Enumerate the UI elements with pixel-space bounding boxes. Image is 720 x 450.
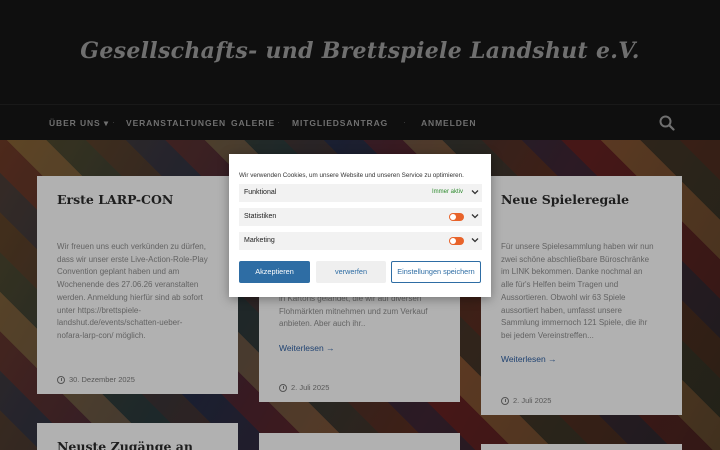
chevron-down-icon[interactable] <box>471 236 479 244</box>
cookie-intro-text: Wir verwenden Cookies, um unsere Website… <box>239 172 464 179</box>
accept-button[interactable]: Akzeptieren <box>239 261 310 283</box>
cookie-consent-dialog: Wir verwenden Cookies, um unsere Website… <box>229 154 491 297</box>
statistics-toggle[interactable] <box>449 213 464 221</box>
save-settings-button[interactable]: Einstellungen speichern <box>391 261 481 283</box>
always-active-label: Immer aktiv <box>432 189 464 195</box>
category-label: Marketing <box>244 237 275 244</box>
cookie-category-marketing[interactable]: Marketing <box>239 232 482 250</box>
chevron-down-icon[interactable] <box>471 212 479 220</box>
category-label: Funktional <box>244 189 277 196</box>
cookie-category-statistics[interactable]: Statistiken <box>239 208 482 226</box>
chevron-down-icon[interactable] <box>471 188 479 196</box>
cookie-category-functional[interactable]: Funktional Immer aktiv <box>239 184 482 202</box>
deny-button[interactable]: verwerfen <box>316 261 386 283</box>
marketing-toggle[interactable] <box>449 237 464 245</box>
category-label: Statistiken <box>244 213 277 220</box>
